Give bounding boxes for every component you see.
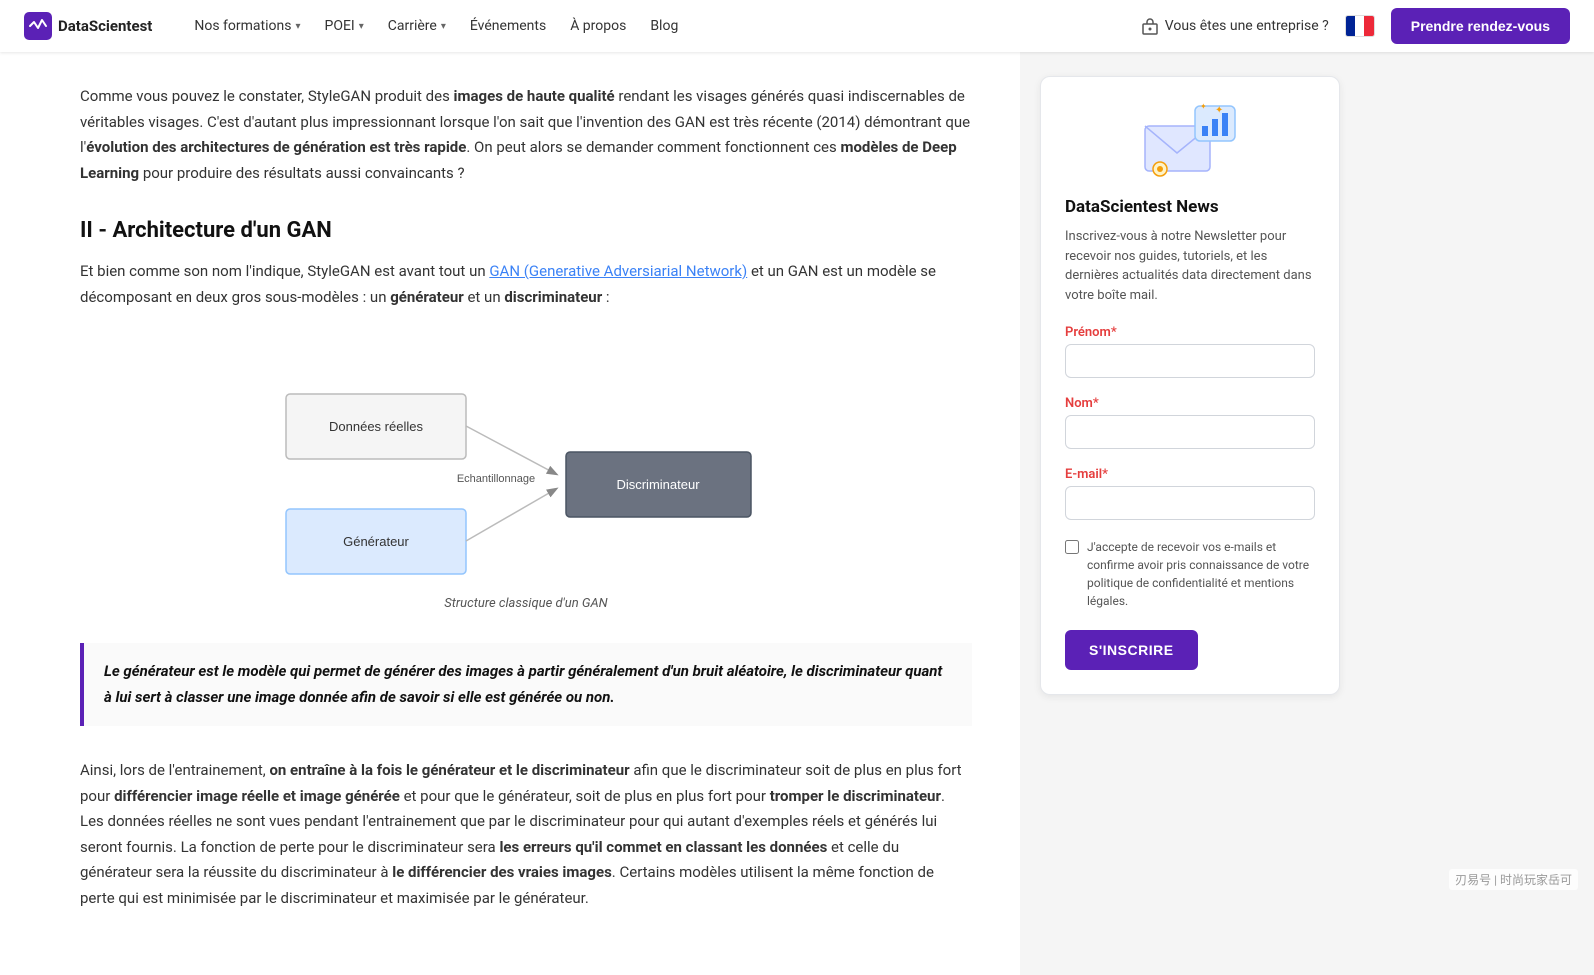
sidebar-title: DataScientest News: [1065, 197, 1315, 217]
nav-link-poei[interactable]: POEI ▾: [315, 12, 374, 40]
nom-required-mark: *: [1093, 396, 1099, 411]
svg-text:Echantillonnage: Echantillonnage: [457, 473, 535, 485]
svg-text:✦: ✦: [1215, 105, 1223, 116]
nav-links: Nos formations ▾ POEI ▾ Carrière ▾ Événe…: [184, 12, 1108, 40]
chevron-down-icon: ▾: [359, 21, 364, 32]
nav-link-apropos[interactable]: À propos: [560, 12, 636, 40]
gan-diagram: Données réelles Générateur Discriminateu…: [266, 334, 786, 588]
nom-label: Nom*: [1065, 396, 1315, 411]
consent-checkbox[interactable]: [1065, 540, 1079, 554]
enterprise-icon: [1141, 17, 1159, 35]
navigation: DataScientest Nos formations ▾ POEI ▾ Ca…: [0, 0, 1594, 52]
section-heading: II - Architecture d'un GAN: [80, 218, 972, 243]
svg-text:Discriminateur: Discriminateur: [616, 477, 700, 492]
prenom-label: Prénom*: [1065, 325, 1315, 340]
flag-white-strip: [1355, 16, 1364, 36]
svg-text:Données réelles: Données réelles: [329, 419, 423, 434]
logo-icon: [24, 12, 52, 40]
nom-input[interactable]: [1065, 415, 1315, 449]
svg-text:Générateur: Générateur: [343, 534, 409, 549]
svg-text:✦: ✦: [1200, 102, 1207, 111]
prenom-input[interactable]: [1065, 344, 1315, 378]
cta-button[interactable]: Prendre rendez-vous: [1391, 8, 1570, 44]
nav-link-evenements[interactable]: Événements: [460, 12, 556, 40]
main-content: Comme vous pouvez le constater, StyleGAN…: [0, 52, 1020, 975]
sidebar-description: Inscrivez-vous à notre Newsletter pour r…: [1065, 227, 1315, 305]
nom-group: Nom*: [1065, 396, 1315, 463]
chevron-down-icon: ▾: [295, 21, 300, 32]
flag-red-strip: [1364, 16, 1373, 36]
body-paragraph-1: Ainsi, lors de l'entrainement, on entraî…: [80, 758, 972, 911]
newsletter-illustration: ✦ ✦: [1140, 101, 1240, 181]
flag-blue-strip: [1346, 16, 1355, 36]
chevron-down-icon: ▾: [441, 21, 446, 32]
watermark: 刃易号 | 时尚玩家岳可: [1449, 869, 1578, 890]
prenom-required-mark: *: [1111, 325, 1117, 340]
sidebar-illustration: ✦ ✦: [1065, 101, 1315, 181]
consent-row: J'accepte de recevoir vos e-mails et con…: [1065, 538, 1315, 610]
diagram-caption: Structure classique d'un GAN: [444, 596, 607, 611]
diagram-container: Données réelles Générateur Discriminateu…: [80, 334, 972, 611]
email-required-mark: *: [1102, 467, 1108, 482]
consent-label: J'accepte de recevoir vos e-mails et con…: [1087, 538, 1315, 610]
site-logo[interactable]: DataScientest: [24, 12, 152, 40]
nav-link-blog[interactable]: Blog: [640, 12, 688, 40]
newsletter-card: ✦ ✦ DataScientest News Inscrivez-vous à …: [1040, 76, 1340, 695]
highlight-text: Le générateur est le modèle qui permet d…: [104, 659, 952, 710]
language-flag[interactable]: [1345, 15, 1375, 37]
nav-link-formations[interactable]: Nos formations ▾: [184, 12, 310, 40]
submit-button[interactable]: S'INSCRIRE: [1065, 630, 1198, 670]
nav-link-carriere[interactable]: Carrière ▾: [378, 12, 456, 40]
prenom-group: Prénom*: [1065, 325, 1315, 392]
nav-right: Vous êtes une entreprise ? Prendre rende…: [1141, 8, 1570, 44]
email-input[interactable]: [1065, 486, 1315, 520]
email-group: E-mail*: [1065, 467, 1315, 534]
section-paragraph-1: Et bien comme son nom l'indique, StyleGA…: [80, 259, 972, 310]
sidebar: ✦ ✦ DataScientest News Inscrivez-vous à …: [1020, 52, 1360, 975]
enterprise-link[interactable]: Vous êtes une entreprise ?: [1141, 17, 1329, 35]
intro-paragraph: Comme vous pouvez le constater, StyleGAN…: [80, 84, 972, 186]
logo-text: DataScientest: [58, 17, 152, 35]
email-label: E-mail*: [1065, 467, 1315, 482]
highlight-block: Le générateur est le modèle qui permet d…: [80, 643, 972, 726]
gan-link[interactable]: GAN (Generative Adversiarial Network): [489, 262, 747, 280]
